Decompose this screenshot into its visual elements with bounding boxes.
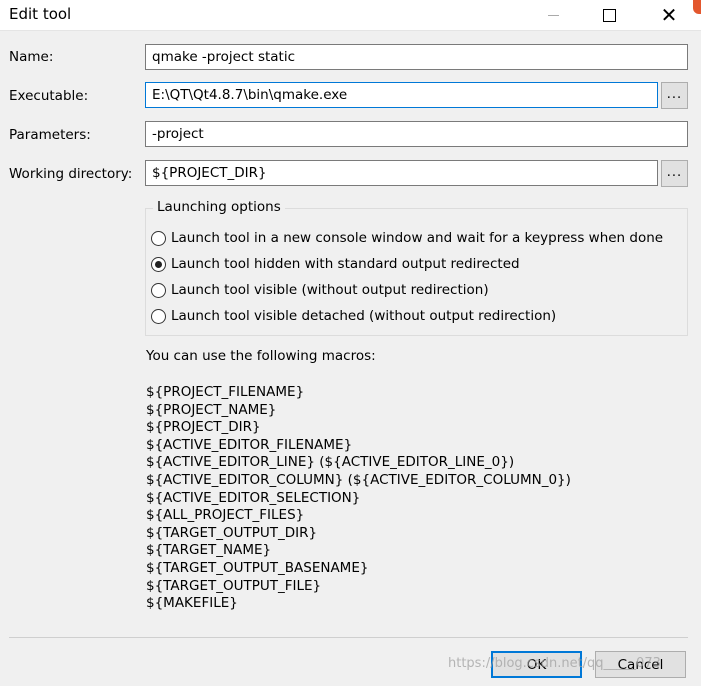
- macro-item: ${TARGET_NAME}: [146, 542, 272, 559]
- maximize-icon: [602, 8, 616, 22]
- launch-option-label: Launch tool in a new console window and …: [171, 230, 664, 246]
- working-directory-label: Working directory:: [9, 166, 133, 182]
- launch-option-label: Launch tool hidden with standard output …: [171, 256, 520, 272]
- launch-option-console[interactable]: Launch tool in a new console window and …: [151, 230, 663, 246]
- launch-option-detached[interactable]: Launch tool visible detached (without ou…: [151, 308, 556, 324]
- radio-checked-icon: [151, 256, 166, 272]
- macro-item: ${TARGET_OUTPUT_FILE}: [146, 577, 322, 594]
- launch-option-hidden[interactable]: Launch tool hidden with standard output …: [151, 256, 520, 272]
- launching-options-title: Launching options: [153, 199, 285, 215]
- radio-icon: [151, 308, 166, 324]
- maximize-button[interactable]: [586, 0, 632, 30]
- macro-item: ${PROJECT_DIR}: [146, 419, 261, 436]
- minimize-icon: [547, 14, 559, 16]
- macro-item: ${PROJECT_FILENAME}: [146, 384, 305, 400]
- executable-input[interactable]: E:\QT\Qt4.8.7\bin\qmake.exe: [145, 82, 658, 108]
- working-directory-input[interactable]: ${PROJECT_DIR}: [145, 160, 658, 186]
- working-directory-browse-button[interactable]: ...: [661, 160, 688, 187]
- name-label: Name:: [9, 49, 54, 65]
- macros-list: ${PROJECT_FILENAME} ${PROJECT_NAME} ${PR…: [146, 384, 571, 613]
- radio-icon: [151, 230, 166, 246]
- title-bar[interactable]: Edit tool ✕: [0, 0, 701, 31]
- launch-option-label: Launch tool visible detached (without ou…: [171, 308, 557, 324]
- macro-item: ${ACTIVE_EDITOR_LINE} (${ACTIVE_EDITOR_L…: [146, 454, 515, 471]
- parameters-input[interactable]: -project: [145, 121, 688, 147]
- macro-item: ${TARGET_OUTPUT_DIR}: [146, 524, 318, 541]
- close-button[interactable]: ✕: [646, 0, 692, 30]
- radio-icon: [151, 282, 166, 298]
- macro-item: ${PROJECT_NAME}: [146, 401, 277, 418]
- executable-browse-button[interactable]: ...: [661, 82, 688, 109]
- cancel-button[interactable]: Cancel: [595, 651, 686, 678]
- macro-item: ${ACTIVE_EDITOR_COLUMN} (${ACTIVE_EDITOR…: [146, 471, 571, 488]
- macro-item: ${ACTIVE_EDITOR_FILENAME}: [146, 436, 353, 453]
- macro-item: ${ALL_PROJECT_FILES}: [146, 507, 305, 524]
- macro-item: ${ACTIVE_EDITOR_SELECTION}: [146, 489, 361, 506]
- macro-item: ${MAKEFILE}: [146, 595, 238, 612]
- footer-separator: [9, 637, 688, 638]
- minimize-button[interactable]: [530, 0, 576, 30]
- corner-decoration: [693, 0, 701, 14]
- macro-item: ${TARGET_OUTPUT_BASENAME}: [146, 559, 369, 576]
- parameters-label: Parameters:: [9, 127, 91, 143]
- executable-label: Executable:: [9, 88, 89, 104]
- launch-option-visible[interactable]: Launch tool visible (without output redi…: [151, 282, 489, 298]
- name-input[interactable]: qmake -project static: [145, 44, 688, 70]
- macros-intro: You can use the following macros:: [146, 348, 376, 364]
- close-icon: ✕: [660, 3, 678, 27]
- launch-option-label: Launch tool visible (without output redi…: [171, 282, 489, 298]
- ok-button[interactable]: OK: [491, 651, 582, 678]
- window-title: Edit tool: [9, 5, 72, 23]
